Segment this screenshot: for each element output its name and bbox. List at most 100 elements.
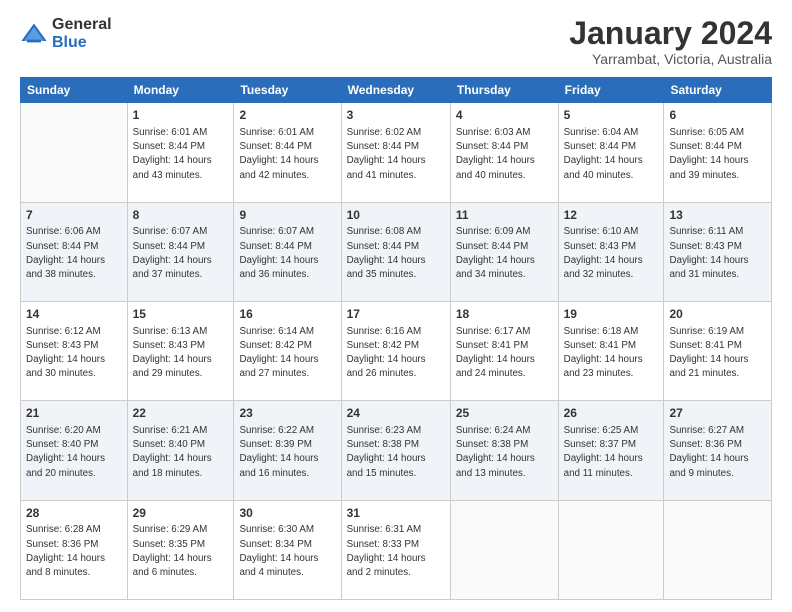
table-row: 2Sunrise: 6:01 AMSunset: 8:44 PMDaylight… bbox=[234, 103, 341, 202]
day-info: Sunrise: 6:10 AMSunset: 8:43 PMDaylight:… bbox=[564, 225, 659, 282]
day-info: Sunrise: 6:11 AMSunset: 8:43 PMDaylight:… bbox=[669, 225, 766, 282]
table-row: 13Sunrise: 6:11 AMSunset: 8:43 PMDayligh… bbox=[664, 202, 772, 301]
month-title: January 2024 bbox=[569, 16, 772, 51]
day-number: 3 bbox=[347, 107, 445, 124]
day-info: Sunrise: 6:12 AMSunset: 8:43 PMDaylight:… bbox=[26, 325, 122, 382]
logo: General Blue bbox=[20, 16, 112, 51]
day-info: Sunrise: 6:24 AMSunset: 8:38 PMDaylight:… bbox=[456, 424, 553, 481]
day-number: 27 bbox=[669, 405, 766, 422]
day-info: Sunrise: 6:14 AMSunset: 8:42 PMDaylight:… bbox=[239, 325, 335, 382]
day-info: Sunrise: 6:18 AMSunset: 8:41 PMDaylight:… bbox=[564, 325, 659, 382]
day-info: Sunrise: 6:19 AMSunset: 8:41 PMDaylight:… bbox=[669, 325, 766, 382]
day-number: 7 bbox=[26, 207, 122, 224]
day-info: Sunrise: 6:08 AMSunset: 8:44 PMDaylight:… bbox=[347, 225, 445, 282]
day-number: 21 bbox=[26, 405, 122, 422]
table-row: 20 Sunrise: 6:19 AMSunset: 8:41 PMDayligh… bbox=[664, 301, 772, 400]
table-row: 28Sunrise: 6:28 AMSunset: 8:36 PMDayligh… bbox=[21, 500, 128, 599]
day-info: Sunrise: 6:06 AMSunset: 8:44 PMDaylight:… bbox=[26, 225, 122, 282]
day-number: 14 bbox=[26, 306, 122, 323]
table-row bbox=[450, 500, 558, 599]
table-row: 18 Sunrise: 6:17 AMSunset: 8:41 PMDayligh… bbox=[450, 301, 558, 400]
day-info: Sunrise: 6:28 AMSunset: 8:36 PMDaylight:… bbox=[26, 523, 122, 580]
table-row: 7Sunrise: 6:06 AMSunset: 8:44 PMDaylight… bbox=[21, 202, 128, 301]
table-row: 15Sunrise: 6:13 AMSunset: 8:43 PMDayligh… bbox=[127, 301, 234, 400]
day-info: Sunrise: 6:16 AMSunset: 8:42 PMDaylight:… bbox=[347, 325, 445, 382]
day-info: Sunrise: 6:01 AMSunset: 8:44 PMDaylight:… bbox=[239, 126, 335, 183]
day-number: 8 bbox=[133, 207, 229, 224]
day-number: 30 bbox=[239, 505, 335, 522]
day-number: 29 bbox=[133, 505, 229, 522]
table-row: 29Sunrise: 6:29 AMSunset: 8:35 PMDayligh… bbox=[127, 500, 234, 599]
table-row: 1 Sunrise: 6:01 AMSunset: 8:44 PMDaylight… bbox=[127, 103, 234, 202]
table-row: 22Sunrise: 6:21 AMSunset: 8:40 PMDayligh… bbox=[127, 401, 234, 500]
table-row: 31Sunrise: 6:31 AMSunset: 8:33 PMDayligh… bbox=[341, 500, 450, 599]
day-number: 18 bbox=[456, 306, 553, 323]
table-row bbox=[664, 500, 772, 599]
day-number: 19 bbox=[564, 306, 659, 323]
day-number: 31 bbox=[347, 505, 445, 522]
table-row: 3 Sunrise: 6:02 AMSunset: 8:44 PMDaylight… bbox=[341, 103, 450, 202]
page: General Blue January 2024 Yarrambat, Vic… bbox=[0, 0, 792, 612]
table-row bbox=[21, 103, 128, 202]
table-row: 17Sunrise: 6:16 AMSunset: 8:42 PMDayligh… bbox=[341, 301, 450, 400]
table-row: 25 Sunrise: 6:24 AMSunset: 8:38 PMDayligh… bbox=[450, 401, 558, 500]
day-info: Sunrise: 6:29 AMSunset: 8:35 PMDaylight:… bbox=[133, 523, 229, 580]
table-row: 8Sunrise: 6:07 AMSunset: 8:44 PMDaylight… bbox=[127, 202, 234, 301]
day-number: 10 bbox=[347, 207, 445, 224]
table-row: 24 Sunrise: 6:23 AMSunset: 8:38 PMDayligh… bbox=[341, 401, 450, 500]
table-row: 5Sunrise: 6:04 AMSunset: 8:44 PMDaylight… bbox=[558, 103, 664, 202]
col-tuesday: Tuesday bbox=[234, 78, 341, 103]
calendar-week-row: 28Sunrise: 6:28 AMSunset: 8:36 PMDayligh… bbox=[21, 500, 772, 599]
day-number: 24 bbox=[347, 405, 445, 422]
day-info: Sunrise: 6:07 AMSunset: 8:44 PMDaylight:… bbox=[133, 225, 229, 282]
day-info: Sunrise: 6:07 AMSunset: 8:44 PMDaylight:… bbox=[239, 225, 335, 282]
calendar-week-row: 7Sunrise: 6:06 AMSunset: 8:44 PMDaylight… bbox=[21, 202, 772, 301]
table-row: 9Sunrise: 6:07 AMSunset: 8:44 PMDaylight… bbox=[234, 202, 341, 301]
table-row: 6 Sunrise: 6:05 AMSunset: 8:44 PMDaylight… bbox=[664, 103, 772, 202]
table-row: 12Sunrise: 6:10 AMSunset: 8:43 PMDayligh… bbox=[558, 202, 664, 301]
day-info: Sunrise: 6:17 AMSunset: 8:41 PMDaylight:… bbox=[456, 325, 553, 382]
table-row: 19 Sunrise: 6:18 AMSunset: 8:41 PMDayligh… bbox=[558, 301, 664, 400]
day-info: Sunrise: 6:23 AMSunset: 8:38 PMDaylight:… bbox=[347, 424, 445, 481]
col-wednesday: Wednesday bbox=[341, 78, 450, 103]
table-row: 27Sunrise: 6:27 AMSunset: 8:36 PMDayligh… bbox=[664, 401, 772, 500]
day-number: 5 bbox=[564, 107, 659, 124]
day-number: 16 bbox=[239, 306, 335, 323]
day-number: 20 bbox=[669, 306, 766, 323]
table-row: 10Sunrise: 6:08 AMSunset: 8:44 PMDayligh… bbox=[341, 202, 450, 301]
logo-text: General Blue bbox=[52, 16, 112, 51]
col-saturday: Saturday bbox=[664, 78, 772, 103]
day-number: 4 bbox=[456, 107, 553, 124]
day-number: 11 bbox=[456, 207, 553, 224]
day-number: 6 bbox=[669, 107, 766, 124]
title-area: January 2024 Yarrambat, Victoria, Austra… bbox=[569, 16, 772, 67]
day-number: 23 bbox=[239, 405, 335, 422]
day-number: 12 bbox=[564, 207, 659, 224]
col-monday: Monday bbox=[127, 78, 234, 103]
calendar-week-row: 1 Sunrise: 6:01 AMSunset: 8:44 PMDaylight… bbox=[21, 103, 772, 202]
col-thursday: Thursday bbox=[450, 78, 558, 103]
day-number: 15 bbox=[133, 306, 229, 323]
day-number: 26 bbox=[564, 405, 659, 422]
day-info: Sunrise: 6:02 AMSunset: 8:44 PMDaylight:… bbox=[347, 126, 445, 183]
day-number: 1 bbox=[133, 107, 229, 124]
col-friday: Friday bbox=[558, 78, 664, 103]
location: Yarrambat, Victoria, Australia bbox=[569, 51, 772, 67]
header: General Blue January 2024 Yarrambat, Vic… bbox=[20, 16, 772, 67]
table-row: 30Sunrise: 6:30 AMSunset: 8:34 PMDayligh… bbox=[234, 500, 341, 599]
col-sunday: Sunday bbox=[21, 78, 128, 103]
logo-blue-text: Blue bbox=[52, 34, 112, 52]
day-number: 25 bbox=[456, 405, 553, 422]
calendar-week-row: 14 Sunrise: 6:12 AMSunset: 8:43 PMDayligh… bbox=[21, 301, 772, 400]
day-number: 22 bbox=[133, 405, 229, 422]
day-info: Sunrise: 6:05 AMSunset: 8:44 PMDaylight:… bbox=[669, 126, 766, 183]
day-info: Sunrise: 6:22 AMSunset: 8:39 PMDaylight:… bbox=[239, 424, 335, 481]
day-info: Sunrise: 6:09 AMSunset: 8:44 PMDaylight:… bbox=[456, 225, 553, 282]
table-row: 14 Sunrise: 6:12 AMSunset: 8:43 PMDayligh… bbox=[21, 301, 128, 400]
day-number: 13 bbox=[669, 207, 766, 224]
table-row: 23 Sunrise: 6:22 AMSunset: 8:39 PMDayligh… bbox=[234, 401, 341, 500]
day-info: Sunrise: 6:20 AMSunset: 8:40 PMDaylight:… bbox=[26, 424, 122, 481]
day-info: Sunrise: 6:01 AMSunset: 8:44 PMDaylight:… bbox=[133, 126, 229, 183]
day-info: Sunrise: 6:30 AMSunset: 8:34 PMDaylight:… bbox=[239, 523, 335, 580]
table-row: 4Sunrise: 6:03 AMSunset: 8:44 PMDaylight… bbox=[450, 103, 558, 202]
